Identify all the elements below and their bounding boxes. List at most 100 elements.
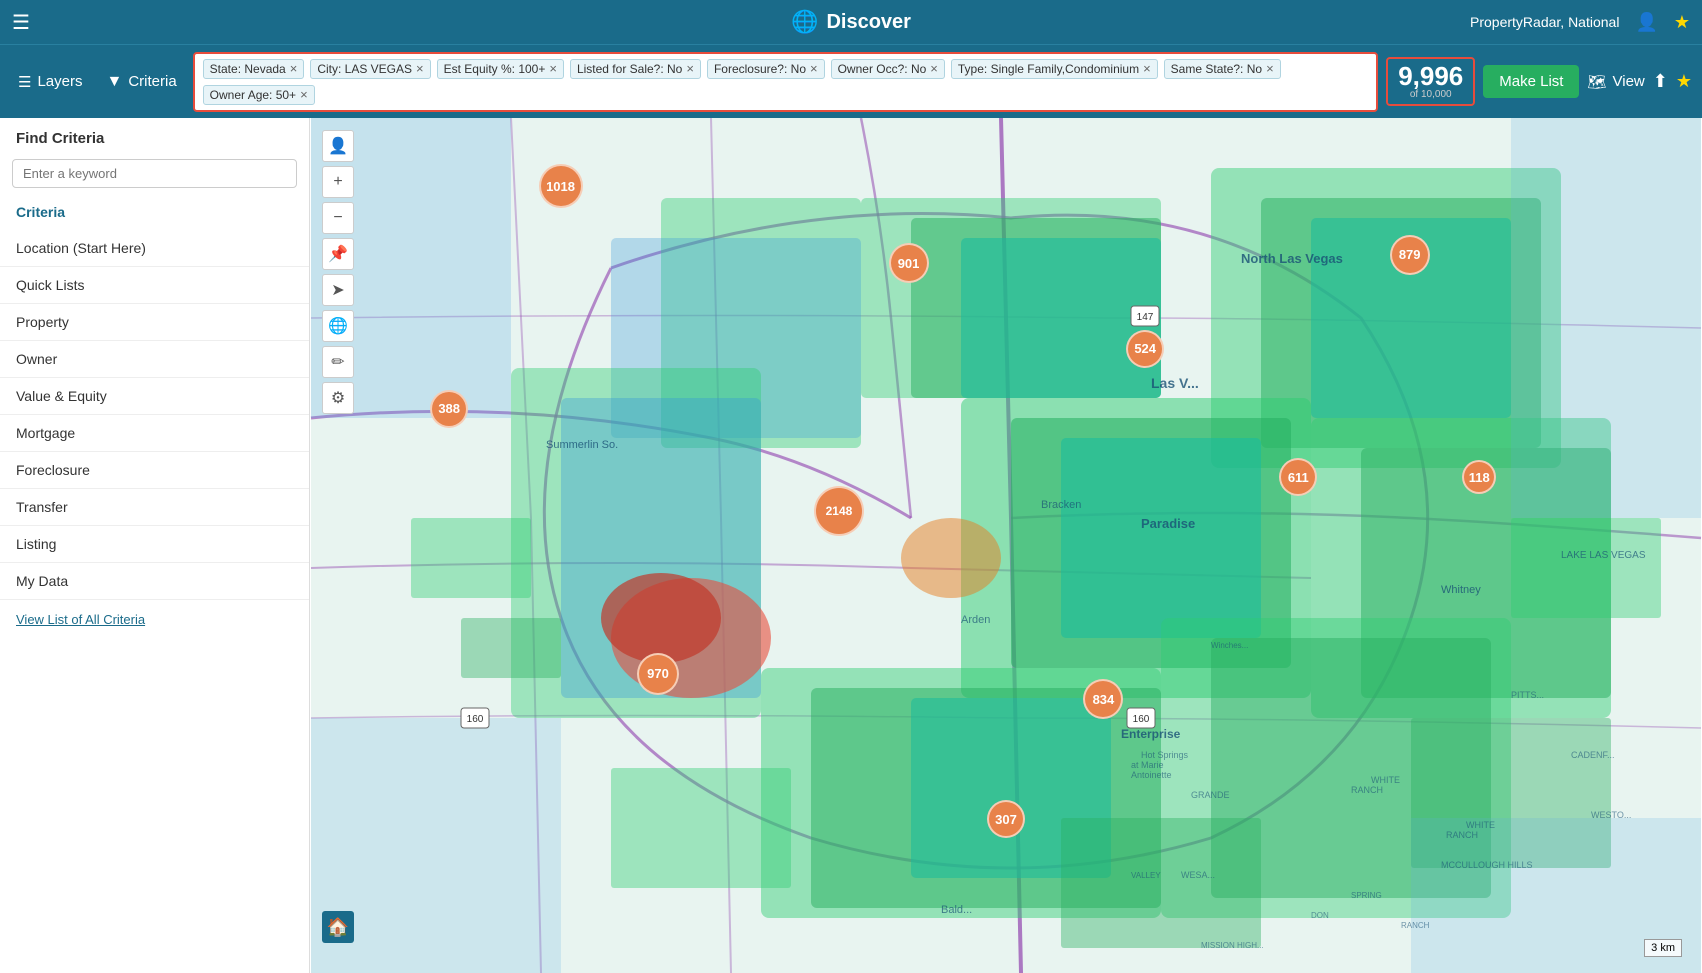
svg-text:WHITE: WHITE [1371, 775, 1400, 785]
map-tools: 👤 + − 📌 ➤ 🌐 ✏ ⚙ [322, 130, 354, 414]
cluster-c6[interactable]: 611 [1279, 458, 1317, 496]
svg-text:147: 147 [1137, 312, 1154, 323]
favorite-button[interactable]: ★ [1676, 71, 1692, 92]
sidebar-item-value-&-equity[interactable]: Value & Equity [0, 378, 309, 415]
filter-tag-2: Est Equity %: 100+× [437, 59, 564, 79]
cluster-c5[interactable]: 388 [430, 390, 468, 428]
sidebar-item-property[interactable]: Property [0, 304, 309, 341]
filter-tag-8: Owner Age: 50+× [203, 85, 315, 105]
star-nav-icon[interactable]: ★ [1674, 12, 1690, 33]
filter-bar: ☰ Layers ▼ Criteria State: Nevada×City: … [0, 44, 1702, 118]
svg-text:Winches...: Winches... [1211, 641, 1248, 650]
svg-text:DON: DON [1311, 911, 1329, 920]
filter-tag-label-5: Owner Occ?: No [838, 62, 927, 76]
cluster-c8[interactable]: 2148 [814, 486, 864, 536]
sidebar-item-location-(start-here)[interactable]: Location (Start Here) [0, 230, 309, 267]
svg-text:VALLEY: VALLEY [1131, 871, 1161, 880]
cluster-c9[interactable]: 970 [637, 653, 679, 695]
main-area: Find Criteria Criteria Location (Start H… [0, 118, 1702, 973]
funnel-icon: ▼ [106, 73, 122, 91]
svg-text:Antoinette: Antoinette [1131, 770, 1172, 780]
svg-text:CADENF...: CADENF... [1571, 750, 1615, 760]
svg-text:MISSION HIGH...: MISSION HIGH... [1201, 941, 1264, 950]
filter-tags-area: State: Nevada×City: LAS VEGAS×Est Equity… [193, 52, 1379, 112]
svg-text:PITTS...: PITTS... [1511, 690, 1544, 700]
svg-text:Summerlin So.: Summerlin So. [546, 439, 618, 451]
svg-text:GRANDE: GRANDE [1191, 790, 1230, 800]
zoom-out-button[interactable]: − [322, 202, 354, 234]
layers-button[interactable]: ☰ Layers [10, 69, 90, 95]
filter-tag-label-6: Type: Single Family,Condominium [958, 62, 1139, 76]
person-tool-button[interactable]: 👤 [322, 130, 354, 162]
svg-text:MCCULLOUGH HILLS: MCCULLOUGH HILLS [1441, 860, 1533, 870]
globe-nav-icon: 🌐 [791, 9, 818, 35]
make-list-button[interactable]: Make List [1483, 65, 1579, 98]
app-title: Discover [826, 11, 911, 34]
share-button[interactable]: ⬆ [1653, 71, 1668, 92]
sidebar-item-foreclosure[interactable]: Foreclosure [0, 452, 309, 489]
filter-tag-0: State: Nevada × [203, 59, 305, 79]
svg-text:WESTO...: WESTO... [1591, 810, 1631, 820]
filter-tag-remove-4[interactable]: × [810, 62, 818, 75]
pin-tool-button[interactable]: 📌 [322, 238, 354, 270]
filter-tag-remove-7[interactable]: × [1266, 62, 1274, 75]
top-nav: ☰ 🌐 Discover PropertyRadar, National 👤 ★ [0, 0, 1702, 44]
svg-text:Bracken: Bracken [1041, 499, 1081, 511]
map-container[interactable]: 160 147 160 North Las Vegas Las V... Sum… [310, 118, 1702, 973]
cluster-c10[interactable]: 834 [1083, 679, 1123, 719]
account-icon[interactable]: 👤 [1635, 12, 1657, 33]
filter-tag-label-3: Listed for Sale?: No [577, 62, 682, 76]
filter-tag-remove-0[interactable]: × [290, 62, 298, 75]
svg-text:LAKE LAS VEGAS: LAKE LAS VEGAS [1561, 550, 1646, 561]
layers-icon: ☰ [18, 73, 31, 91]
sidebar-item-mortgage[interactable]: Mortgage [0, 415, 309, 452]
globe-tool-button[interactable]: 🌐 [322, 310, 354, 342]
sidebar-item-listing[interactable]: Listing [0, 526, 309, 563]
svg-text:WESA...: WESA... [1181, 870, 1215, 880]
filter-tag-label-0: State: Nevada [210, 62, 286, 76]
criteria-button[interactable]: ▼ Criteria [98, 69, 184, 95]
svg-text:North Las Vegas: North Las Vegas [1241, 251, 1343, 266]
filter-tag-remove-1[interactable]: × [416, 62, 424, 75]
filter-tag-7: Same State?: No × [1164, 59, 1281, 79]
navigate-tool-button[interactable]: ➤ [322, 274, 354, 306]
filter-tag-3: Listed for Sale?: No × [570, 59, 701, 79]
cluster-c2[interactable]: 901 [889, 243, 929, 283]
layers-label: Layers [37, 73, 82, 90]
cluster-c4[interactable]: 524 [1126, 330, 1164, 368]
sidebar-item-transfer[interactable]: Transfer [0, 489, 309, 526]
filter-tag-remove-3[interactable]: × [686, 62, 694, 75]
svg-text:SPRING: SPRING [1351, 891, 1382, 900]
svg-text:Paradise: Paradise [1141, 516, 1195, 531]
cluster-c7[interactable]: 118 [1462, 460, 1496, 494]
svg-text:at Marie: at Marie [1131, 760, 1164, 770]
settings-tool-button[interactable]: ⚙ [322, 382, 354, 414]
svg-text:Whitney: Whitney [1441, 584, 1481, 596]
account-name: PropertyRadar, National [1470, 14, 1619, 30]
filter-tag-remove-5[interactable]: × [930, 62, 938, 75]
edit-tool-button[interactable]: ✏ [322, 346, 354, 378]
filter-tag-label-7: Same State?: No [1171, 62, 1262, 76]
svg-text:Bald...: Bald... [941, 904, 972, 916]
view-all-criteria-link[interactable]: View List of All Criteria [0, 600, 309, 639]
view-label: View [1613, 73, 1645, 90]
filter-tag-remove-2[interactable]: × [549, 62, 557, 75]
filter-tag-label-2: Est Equity %: 100+ [444, 62, 546, 76]
sidebar-item-owner[interactable]: Owner [0, 341, 309, 378]
hamburger-icon[interactable]: ☰ [12, 10, 30, 35]
criteria-active-link[interactable]: Criteria [0, 198, 309, 230]
zoom-in-button[interactable]: + [322, 166, 354, 198]
filter-tag-remove-8[interactable]: × [300, 88, 308, 101]
svg-text:RANCH: RANCH [1401, 921, 1430, 930]
filter-tag-remove-6[interactable]: × [1143, 62, 1151, 75]
cluster-c1[interactable]: 1018 [539, 164, 583, 208]
nav-right: PropertyRadar, National 👤 ★ [1470, 12, 1690, 33]
search-input[interactable] [12, 159, 297, 188]
sidebar-items: Location (Start Here)Quick ListsProperty… [0, 230, 309, 600]
cluster-c11[interactable]: 307 [987, 800, 1025, 838]
view-button[interactable]: 🗺 View [1587, 73, 1644, 91]
sidebar-item-my-data[interactable]: My Data [0, 563, 309, 600]
cluster-c3[interactable]: 879 [1390, 235, 1430, 275]
home-button[interactable]: 🏠 [322, 911, 354, 943]
sidebar-item-quick-lists[interactable]: Quick Lists [0, 267, 309, 304]
